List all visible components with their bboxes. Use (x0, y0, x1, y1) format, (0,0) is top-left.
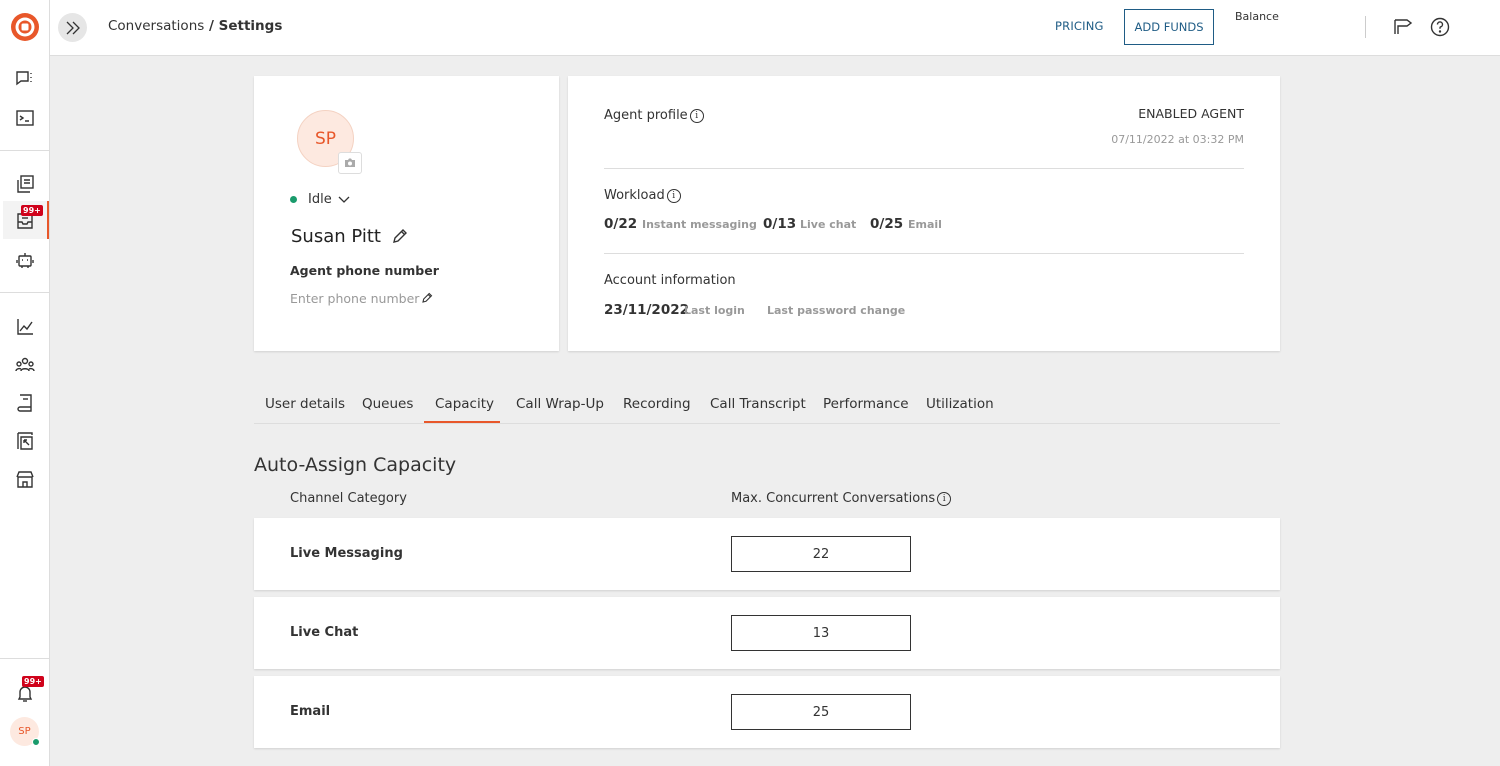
last-password-change-label: Last password change (767, 304, 906, 317)
topbar: Conversations / Settings PRICING ADD FUN… (50, 0, 1500, 56)
workload-value: 0/25 (870, 216, 904, 232)
tab-capacity[interactable]: Capacity (435, 396, 494, 412)
expand-sidebar-button[interactable] (58, 13, 87, 42)
workload-label: Instant messaging (642, 218, 757, 231)
active-tab-indicator (424, 421, 500, 423)
balance-label: Balance (1235, 10, 1279, 23)
tab-user-details[interactable]: User details (265, 396, 345, 412)
phone-input[interactable]: Enter phone number (290, 291, 419, 306)
workload-heading: Workload i (604, 188, 681, 203)
card-divider (604, 253, 1244, 254)
tab-recording[interactable]: Recording (623, 396, 691, 412)
online-status-dot (32, 738, 40, 746)
workload-value: 0/22 (604, 216, 638, 232)
breadcrumb-settings: Settings (218, 18, 283, 34)
capacity-row: Live Messaging (254, 518, 1280, 590)
chat-icon[interactable] (13, 67, 37, 91)
enabled-agent-status: ENABLED AGENT (1138, 106, 1244, 121)
max-concurrent-header: Max. Concurrent Conversations i (731, 491, 952, 506)
capacity-row: Live Chat (254, 597, 1280, 669)
account-information-label: Account information (604, 273, 736, 288)
info-icon[interactable]: i (937, 491, 952, 506)
channel-category-header: Channel Category (290, 491, 407, 506)
workload-label: Email (908, 218, 942, 231)
profile-card: SP Idle Susan Pitt Agent phone number En… (254, 76, 559, 351)
capacity-row: Email (254, 676, 1280, 748)
bot-icon[interactable] (13, 248, 37, 272)
tab-utilization[interactable]: Utilization (926, 396, 994, 412)
workload-value: 0/13 (763, 216, 797, 232)
help-icon[interactable] (1429, 16, 1451, 38)
edit-phone-pencil-icon[interactable] (421, 292, 433, 308)
reports-icon[interactable] (13, 429, 37, 453)
sidebar: 99+ 99+ SP (0, 0, 50, 766)
double-chevron-right-icon (66, 21, 80, 34)
capacity-section-title: Auto-Assign Capacity (254, 454, 457, 476)
edit-name-pencil-icon[interactable] (391, 228, 408, 249)
status-dot (290, 196, 297, 203)
pricing-link[interactable]: PRICING (1055, 19, 1104, 33)
status-text[interactable]: Idle (308, 192, 332, 207)
topbar-divider (1365, 16, 1366, 38)
sidebar-divider (0, 150, 50, 151)
store-icon[interactable] (13, 467, 37, 491)
capacity-input[interactable] (731, 615, 911, 651)
enabled-date: 07/11/2022 at 03:32 PM (1111, 133, 1244, 146)
channel-label: Email (290, 704, 331, 719)
info-icon[interactable]: i (689, 108, 704, 123)
channel-label: Live Chat (290, 625, 359, 640)
announcement-icon[interactable] (1392, 16, 1414, 38)
analytics-icon[interactable] (13, 315, 37, 339)
breadcrumb-separator: / (204, 18, 219, 34)
agent-profile-label: Agent profile (604, 108, 688, 123)
tab-call-transcript[interactable]: Call Transcript (710, 396, 806, 412)
app-logo-icon[interactable] (10, 12, 40, 42)
agent-profile-card: Agent profile i ENABLED AGENT 07/11/2022 … (568, 76, 1280, 351)
info-icon[interactable]: i (666, 188, 681, 203)
card-divider (604, 168, 1244, 169)
camera-icon[interactable] (338, 152, 362, 174)
max-concurrent-label: Max. Concurrent Conversations (731, 491, 936, 506)
tab-performance[interactable]: Performance (823, 396, 909, 412)
agent-name: Susan Pitt (291, 226, 381, 247)
breadcrumb: Conversations / Settings (108, 18, 282, 34)
channel-label: Live Messaging (290, 546, 403, 561)
capacity-input[interactable] (731, 694, 911, 730)
settings-tabs: User details Queues Capacity Call Wrap-U… (254, 386, 1280, 424)
last-login-label: Last login (684, 304, 745, 317)
add-funds-button[interactable]: ADD FUNDS (1124, 9, 1214, 45)
phone-label: Agent phone number (290, 263, 439, 278)
inbox-badge: 99+ (21, 205, 43, 216)
notifications-badge: 99+ (22, 676, 44, 687)
agent-profile-heading: Agent profile i (604, 108, 704, 123)
tab-call-wrap-up[interactable]: Call Wrap-Up (516, 396, 604, 412)
capacity-input[interactable] (731, 536, 911, 572)
last-login-value: 23/11/2022 (604, 302, 690, 318)
workload-label: Live chat (800, 218, 857, 231)
breadcrumb-conversations[interactable]: Conversations (108, 18, 204, 34)
terminal-icon[interactable] (13, 106, 37, 130)
copy-document-icon[interactable] (13, 172, 37, 196)
workload-label: Workload (604, 188, 665, 203)
chevron-down-icon[interactable] (338, 193, 350, 208)
tab-queues[interactable]: Queues (362, 396, 413, 412)
sidebar-divider (0, 658, 50, 659)
sidebar-divider (0, 292, 50, 293)
book-icon[interactable] (13, 391, 37, 415)
team-icon[interactable] (13, 353, 37, 377)
